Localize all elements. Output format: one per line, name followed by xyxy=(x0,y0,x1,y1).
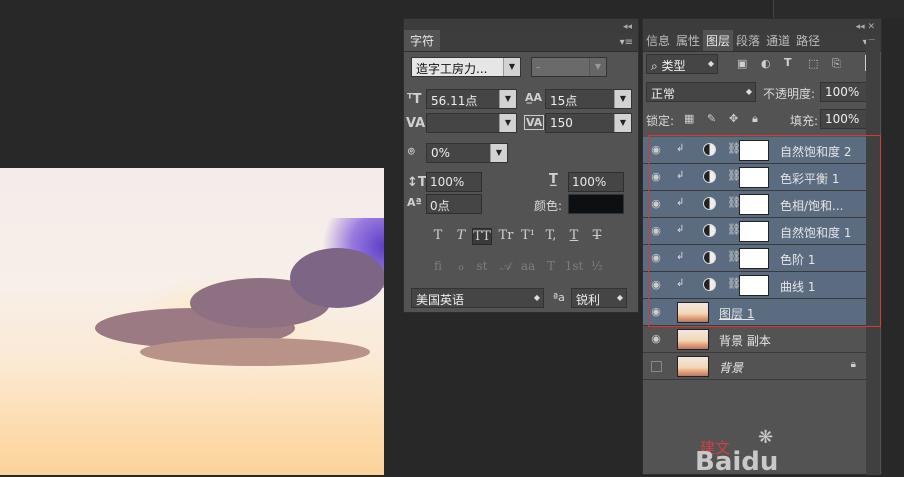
opentype-button-6[interactable]: 1st xyxy=(564,259,584,273)
opentype-button-2[interactable]: st xyxy=(472,259,492,273)
paw-icon: ❋ xyxy=(758,427,774,448)
style-button-4[interactable]: T¹ xyxy=(518,228,538,243)
character-tabbar: 字符 ▾≡ xyxy=(404,30,638,52)
tab-character[interactable]: 字符 xyxy=(404,30,441,51)
leading-icon: A̲A xyxy=(525,91,543,104)
opentype-button-3[interactable]: 𝒜 xyxy=(496,259,516,274)
chevron-down-icon: ▼ xyxy=(614,114,631,132)
chevron-down-icon: ▼ xyxy=(614,90,631,108)
opentype-button-7[interactable]: ½ xyxy=(587,259,607,273)
tab-4[interactable]: 通道 xyxy=(763,30,793,51)
lock-transparent-icon[interactable]: ▦ xyxy=(684,112,694,125)
filter-pixel-icon[interactable]: ▣ xyxy=(737,57,747,70)
vertical-scale-icon: ↕T xyxy=(407,175,427,190)
chevron-down-icon: ▼ xyxy=(499,90,516,108)
style-button-7[interactable]: T xyxy=(587,228,607,243)
style-button-5[interactable]: T, xyxy=(541,228,561,243)
color-label: 颜色: xyxy=(534,199,563,213)
style-button-6[interactable]: T xyxy=(564,228,584,243)
antialias-select[interactable]: 锐利 ◆ xyxy=(571,288,627,308)
language-select[interactable]: 美国英语 ◆ xyxy=(411,288,544,308)
chevron-down-icon: ▼ xyxy=(589,58,606,76)
text-color-swatch[interactable] xyxy=(568,194,624,214)
lock-all-icon[interactable]: 🔒︎ xyxy=(752,112,758,126)
tracking-field[interactable]: 150 ▼ xyxy=(545,113,632,133)
opacity-label: 不透明度: xyxy=(763,87,816,101)
style-button-3[interactable]: Tr xyxy=(496,228,516,243)
chevron-down-icon: ▼ xyxy=(490,144,507,162)
chevron-updown-icon: ◆ xyxy=(614,289,626,307)
font-style-select[interactable]: - ▼ xyxy=(531,57,607,77)
proportional-spacing-field[interactable]: 0% ▼ xyxy=(426,143,508,163)
style-button-1[interactable]: T xyxy=(451,228,471,243)
antialias-icon: ªa xyxy=(553,291,565,304)
filter-adjustment-icon[interactable]: ◐ xyxy=(761,57,771,70)
lock-pixels-icon[interactable]: ✎ xyxy=(707,112,716,125)
tab-0[interactable]: 信息 xyxy=(643,30,673,51)
tsume-icon: ⌾ xyxy=(408,145,415,158)
collapse-icon[interactable]: ◂◂ ✕ xyxy=(856,22,875,32)
chevron-updown-icon: ◆ xyxy=(743,83,755,101)
lock-position-icon[interactable]: ✥ xyxy=(729,112,738,125)
lock-label: 锁定: xyxy=(646,114,675,128)
kerning-field[interactable]: ▼ xyxy=(426,113,517,133)
layers-tabbar: 信息属性图层段落通道路径▾≡ xyxy=(643,30,881,52)
baseline-shift-icon: Aª xyxy=(407,196,422,209)
style-button-0[interactable]: T xyxy=(428,228,448,243)
horizontal-scale-field[interactable]: 100% xyxy=(568,172,624,192)
layer-name[interactable]: 背景 副本 xyxy=(719,332,771,349)
font-size-field[interactable]: 56.11点 ▼ xyxy=(426,89,517,109)
tab-2[interactable]: 图层 xyxy=(703,30,734,51)
style-button-2[interactable]: TT xyxy=(472,228,492,245)
layer-thumbnail[interactable] xyxy=(677,356,709,377)
visibility-box-icon[interactable] xyxy=(651,361,662,372)
search-icon: ⌕ xyxy=(651,59,662,73)
layer-name[interactable]: 背景 xyxy=(719,359,743,376)
lock-icon: 🔒︎ xyxy=(850,359,856,370)
fill-label: 填充: xyxy=(790,114,819,128)
filter-kind-select[interactable]: ⌕ 类型 ◆ xyxy=(646,54,718,74)
collapse-icon[interactable]: ◂◂ xyxy=(623,22,632,32)
layer-row[interactable]: ◉ 背景 副本 xyxy=(643,326,868,353)
tab-1[interactable]: 属性 xyxy=(673,30,703,51)
filter-smartobject-icon[interactable]: ⎘ xyxy=(832,57,841,71)
opentype-button-0[interactable]: fi xyxy=(428,259,448,273)
layer-row[interactable]: 背景 🔒︎ xyxy=(643,353,868,380)
tracking-icon: VA xyxy=(524,115,545,130)
panel-menu-icon[interactable]: ▾≡ xyxy=(620,37,633,48)
blend-mode-select[interactable]: 正常 ◆ xyxy=(646,82,756,102)
chevron-down-icon: ▼ xyxy=(503,58,520,76)
opentype-button-5[interactable]: T xyxy=(541,259,561,273)
tab-5[interactable]: 路径 xyxy=(793,30,823,51)
tab-3[interactable]: 段落 xyxy=(733,30,763,51)
baidu-watermark: Baidu ❋ xyxy=(695,427,779,477)
eye-icon[interactable]: ◉ xyxy=(649,332,663,346)
chevron-updown-icon: ◆ xyxy=(705,55,717,73)
character-panel[interactable]: ◂◂ 字符 ▾≡ 造字工房力... ▼ - ▼ ᵀT 56.11点 ▼ A̲A 15点… xyxy=(403,18,639,313)
font-family-select[interactable]: 造字工房力... ▼ xyxy=(411,57,521,77)
selection-highlight-box xyxy=(648,135,881,327)
opentype-button-1[interactable]: ℴ xyxy=(451,259,471,273)
chevron-down-icon: ▼ xyxy=(499,114,516,132)
filter-type-icon[interactable]: T xyxy=(784,56,792,69)
chevron-updown-icon: ◆ xyxy=(531,289,543,307)
leading-field[interactable]: 15点 ▼ xyxy=(545,89,632,109)
font-size-icon: ᵀT xyxy=(407,92,422,107)
document-canvas[interactable] xyxy=(0,168,384,475)
opentype-button-4[interactable]: aa xyxy=(518,259,538,273)
vertical-scale-field[interactable]: 100% xyxy=(426,172,482,192)
filter-shape-icon[interactable]: ⬚ xyxy=(808,57,818,70)
options-bar-fragment xyxy=(773,0,904,18)
layer-thumbnail[interactable] xyxy=(677,329,709,350)
kerning-icon: VA xyxy=(406,116,426,131)
baseline-shift-field[interactable]: 0点 xyxy=(426,194,482,214)
horizontal-scale-icon: T̲ xyxy=(549,172,558,187)
